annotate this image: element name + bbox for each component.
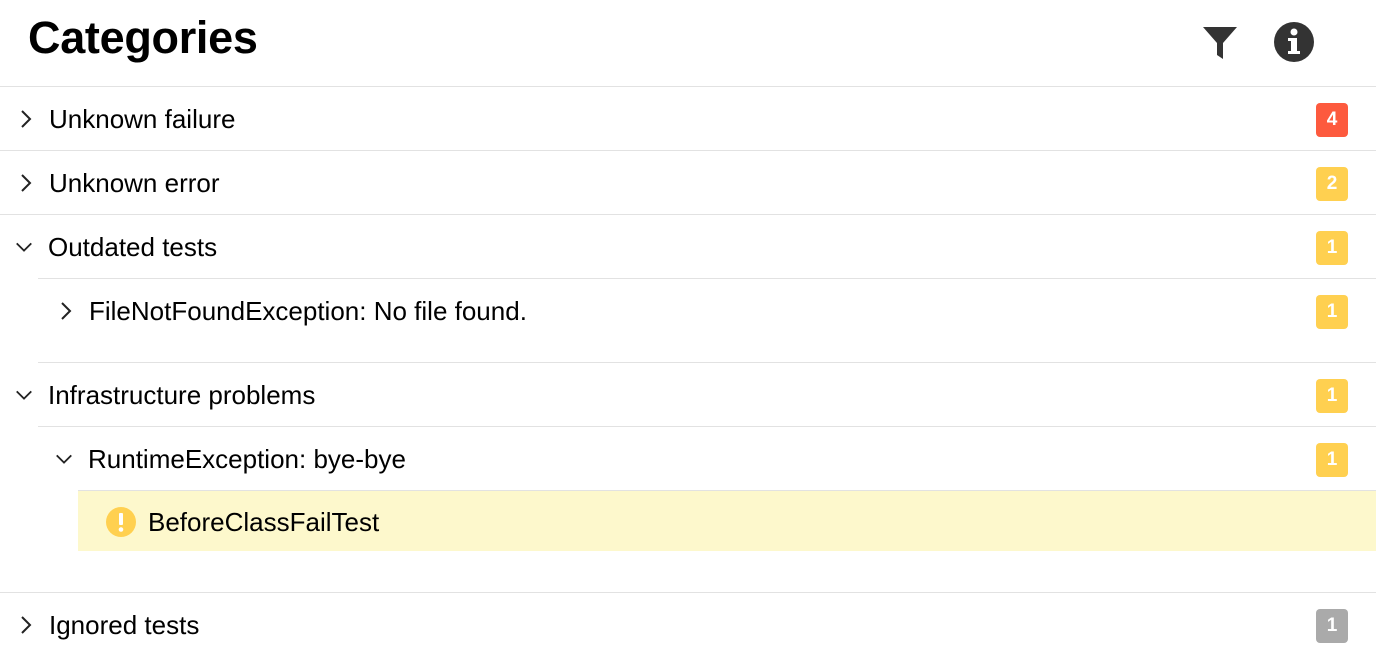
category-row-outdated-tests[interactable]: Outdated tests 1 — [0, 215, 1376, 279]
count-badge: 1 — [1316, 295, 1348, 329]
filter-icon[interactable] — [1198, 20, 1242, 64]
category-row-ignored-tests[interactable]: Ignored tests 1 — [0, 593, 1376, 657]
chevron-right-icon — [16, 611, 36, 639]
category-label: Ignored tests — [49, 610, 200, 640]
header: Categories — [0, 0, 1376, 87]
category-row-unknown-failure[interactable]: Unknown failure 4 — [0, 87, 1376, 151]
chevron-down-icon — [14, 381, 34, 409]
chevron-right-icon — [16, 105, 36, 133]
test-label: BeforeClassFailTest — [148, 507, 380, 537]
count-badge: 1 — [1316, 443, 1348, 477]
subcategory-row-filenotfound[interactable]: FileNotFoundException: No file found. 1 — [38, 279, 1376, 363]
chevron-down-icon — [54, 445, 74, 473]
chevron-right-icon — [16, 169, 36, 197]
subcategory-label: FileNotFoundException: No file found. — [89, 296, 527, 326]
chevron-right-icon — [56, 297, 76, 325]
category-label: Outdated tests — [48, 232, 218, 262]
category-label: Unknown failure — [49, 104, 236, 134]
chevron-down-icon — [14, 233, 34, 261]
count-badge: 4 — [1316, 103, 1348, 137]
warning-icon — [106, 507, 136, 537]
info-icon[interactable] — [1272, 20, 1316, 64]
page-title: Categories — [28, 12, 258, 63]
count-badge: 1 — [1316, 379, 1348, 413]
subcategory-row-runtimeexception[interactable]: RuntimeException: bye-bye 1 — [38, 427, 1376, 491]
category-label: Unknown error — [49, 168, 220, 198]
category-label: Infrastructure problems — [48, 380, 316, 410]
test-row-beforeclassfailtest[interactable]: BeforeClassFailTest — [78, 491, 1376, 551]
count-badge: 1 — [1316, 231, 1348, 265]
subcategory-label: RuntimeException: bye-bye — [88, 444, 406, 474]
category-row-infrastructure-problems[interactable]: Infrastructure problems 1 — [0, 363, 1376, 427]
count-badge: 2 — [1316, 167, 1348, 201]
count-badge: 1 — [1316, 609, 1348, 643]
category-row-unknown-error[interactable]: Unknown error 2 — [0, 151, 1376, 215]
